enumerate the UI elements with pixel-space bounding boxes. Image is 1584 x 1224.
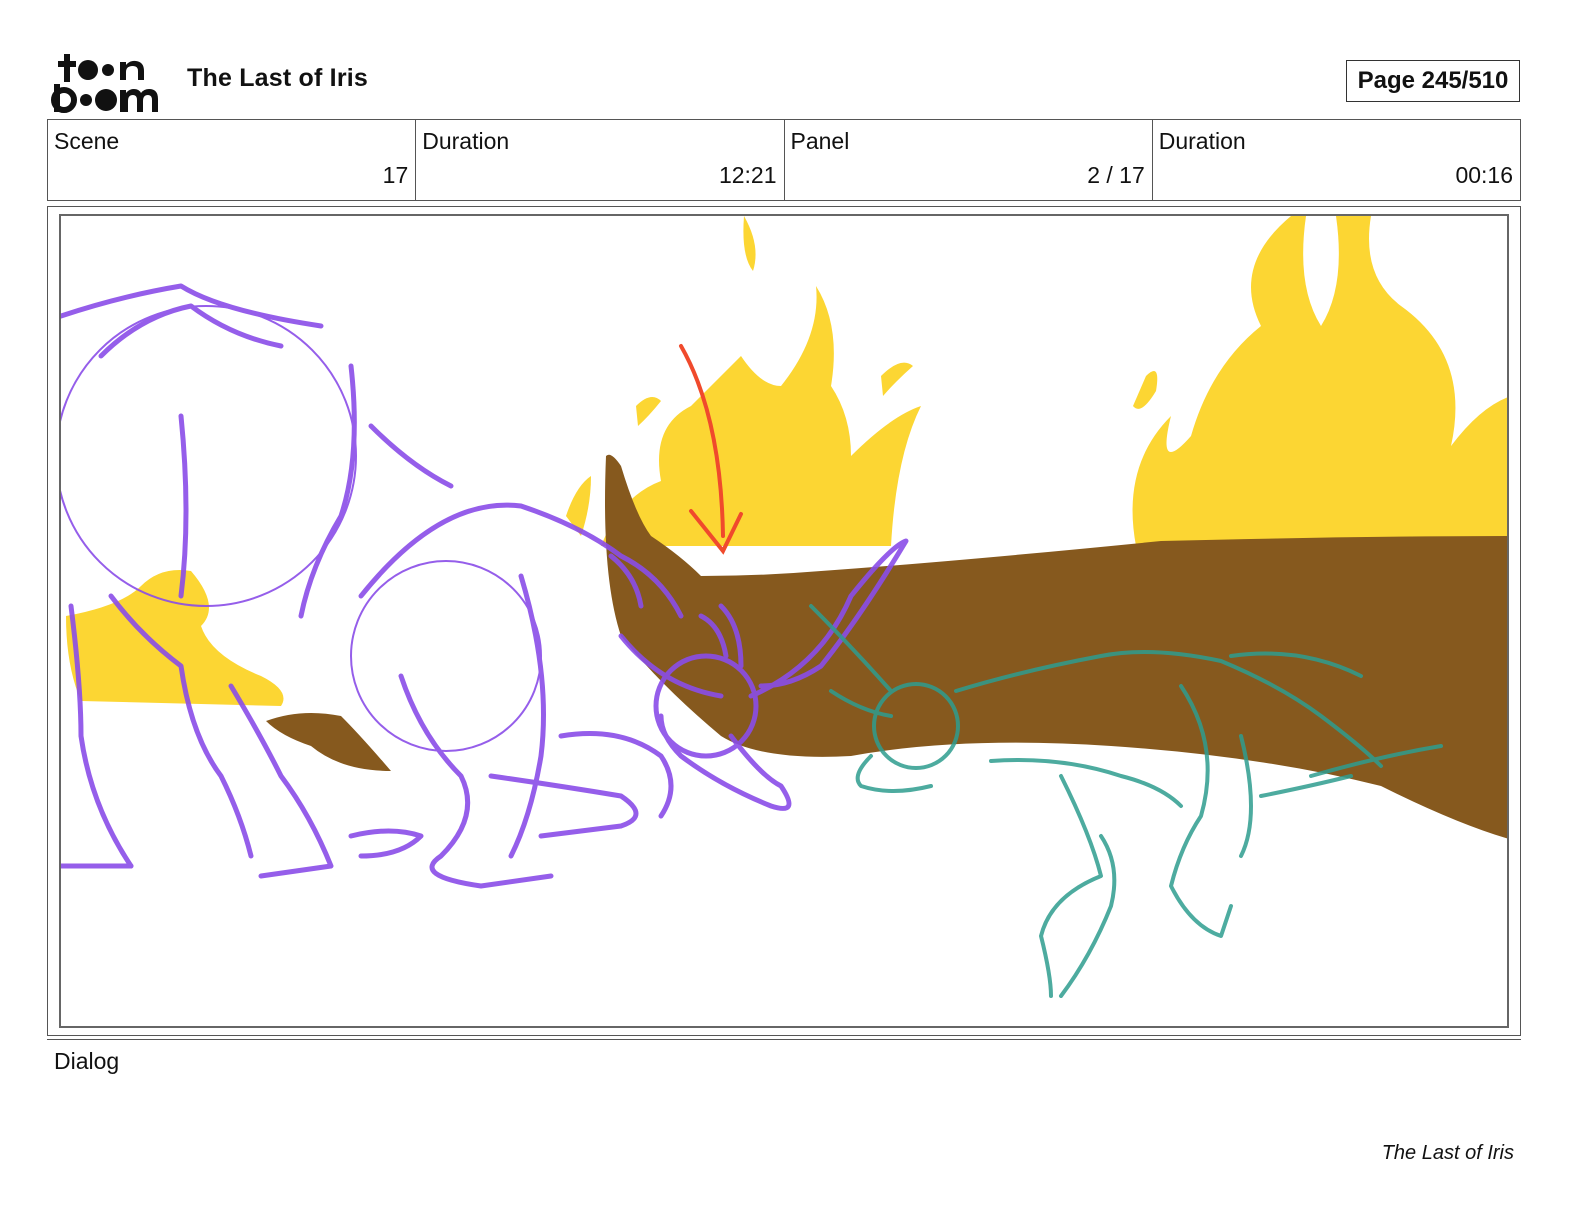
fire-center-spark <box>881 362 913 396</box>
scene-duration-value: 12:21 <box>718 162 777 188</box>
storyboard-panel <box>59 214 1509 1028</box>
panel-duration-cell: Duration 00:16 <box>1153 120 1520 200</box>
fire-right-spark <box>1133 371 1158 409</box>
scene-info-table: Scene 17 Duration 12:21 Panel 2 / 17 Dur… <box>47 119 1521 201</box>
scene-duration-label: Duration <box>422 128 510 154</box>
page-indicator: Page 245/510 <box>1346 60 1520 102</box>
dialog-divider <box>47 1039 1521 1040</box>
toon-boom-logo <box>50 50 166 114</box>
project-title: The Last of Iris <box>187 64 369 92</box>
log-stub <box>266 712 391 771</box>
scene-duration-cell: Duration 12:21 <box>416 120 785 200</box>
footer-project-title: The Last of Iris <box>1381 1142 1514 1164</box>
fire-center-spark2 <box>636 397 661 426</box>
scene-label: Scene <box>54 128 120 154</box>
panel-duration-value: 00:16 <box>1455 162 1513 188</box>
fire-center-flame-tip <box>743 216 756 271</box>
scene-value: 17 <box>382 162 409 188</box>
panel-duration-label: Duration <box>1158 128 1246 154</box>
panel-label: Panel <box>790 128 850 154</box>
scene-cell: Scene 17 <box>48 120 417 200</box>
panel-value: 2 / 17 <box>1087 162 1145 188</box>
fire-center <box>601 286 921 546</box>
panel-cell: Panel 2 / 17 <box>785 120 1153 200</box>
panel-drawing <box>61 216 1507 998</box>
dialog-label: Dialog <box>54 1048 120 1074</box>
fire-left <box>66 570 284 706</box>
